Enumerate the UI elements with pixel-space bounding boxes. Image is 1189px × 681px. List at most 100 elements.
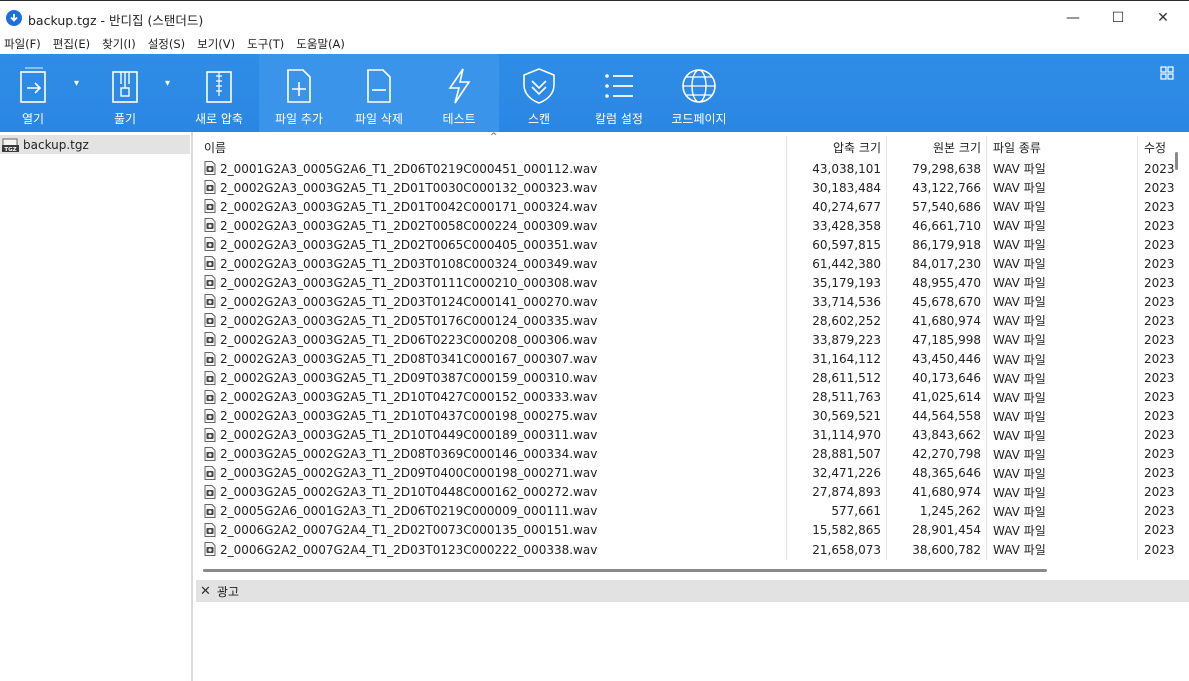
file-name: 2_0001G2A3_0005G2A6_T1_2D06T0219C000451_… [220,161,598,176]
file-name: 2_0002G2A3_0003G2A5_T1_2D09T0387C000159_… [220,371,598,386]
column-header-type[interactable]: 파일 종류 [993,136,1041,158]
compressed-size: 21,658,073 [812,542,881,557]
menu-file[interactable]: 파일(F) [0,36,49,52]
wav-file-icon [204,389,216,404]
table-row[interactable]: 2_0002G2A3_0003G2A5_T1_2D08T0341C000167_… [196,350,1174,369]
table-row[interactable]: 2_0002G2A3_0003G2A5_T1_2D09T0387C000159_… [196,369,1174,388]
test-icon [448,68,471,104]
file-type: WAV 파일 [993,371,1046,386]
column-header-original-label: 원본 크기 [933,140,981,155]
wav-file-icon [204,294,216,309]
compressed-size: 43,038,101 [812,161,881,176]
file-name: 2_0002G2A3_0003G2A5_T1_2D01T0030C000132_… [220,180,598,195]
table-row[interactable]: 2_0002G2A3_0003G2A5_T1_2D05T0176C000124_… [196,311,1174,330]
menu-help[interactable]: 도움말(A) [292,36,353,52]
table-row[interactable]: 2_0002G2A3_0003G2A5_T1_2D06T0223C000208_… [196,330,1174,349]
horizontal-scrollbar[interactable] [203,569,1047,572]
modified-date: 2023 [1144,542,1174,557]
vertical-scrollbar[interactable] [1175,152,1178,170]
scan-label: 스캔 [527,112,551,126]
original-size: 48,365,646 [912,466,981,481]
delete-file-icon [367,69,391,103]
compressed-size: 28,881,507 [812,447,881,462]
test-button[interactable]: 테스트 [419,54,499,132]
new-archive-button[interactable]: 새로 압축 [180,54,258,132]
add-file-label: 파일 추가 [275,112,323,126]
menu-edit[interactable]: 편집(E) [49,36,98,52]
file-type: WAV 파일 [993,409,1046,424]
file-type: WAV 파일 [993,181,1046,196]
modified-date: 2023 [1144,352,1174,366]
original-size: 48,955,470 [912,275,981,290]
open-dropdown-chevron-icon[interactable]: ▾ [74,78,79,89]
add-file-button[interactable]: 파일 추가 [259,54,339,132]
table-row[interactable]: 2_0002G2A3_0003G2A5_T1_2D10T0437C000198_… [196,407,1174,426]
maximize-button[interactable]: ☐ [1095,1,1141,35]
table-row[interactable]: 2_0002G2A3_0003G2A5_T1_2D02T0065C000405_… [196,235,1174,254]
file-type: WAV 파일 [993,447,1046,462]
table-row[interactable]: 2_0002G2A3_0003G2A5_T1_2D03T0124C000141_… [196,292,1174,311]
table-row[interactable]: 2_0002G2A3_0003G2A5_T1_2D03T0111C000210_… [196,273,1174,292]
column-settings-button[interactable]: 칼럼 설정 [580,54,658,132]
file-type: WAV 파일 [993,295,1046,310]
file-type: WAV 파일 [993,523,1046,538]
tree-item-label: backup.tgz [23,137,89,152]
file-name: 2_0002G2A3_0003G2A5_T1_2D03T0108C000324_… [220,256,598,271]
column-header-compressed[interactable]: 압축 크기 [789,136,881,158]
table-row[interactable]: 2_0003G2A5_0002G2A3_T1_2D08T0369C000146_… [196,445,1174,464]
layout-grid-icon[interactable] [1160,66,1174,80]
tree-item-archive[interactable]: TGZ backup.tgz [0,135,190,154]
table-row[interactable]: 2_0002G2A3_0003G2A5_T1_2D10T0427C000152_… [196,388,1174,407]
table-row[interactable]: 2_0006G2A2_0007G2A4_T1_2D02T0073C000135_… [196,521,1174,540]
table-row[interactable]: 2_0006G2A2_0007G2A4_T1_2D03T0123C000222_… [196,540,1174,559]
compressed-size: 32,471,226 [812,466,881,481]
modified-date: 2023 [1144,237,1174,252]
table-row[interactable]: 2_0002G2A3_0003G2A5_T1_2D02T0058C000224_… [196,216,1174,235]
menu-find[interactable]: 찾기(I) [98,36,144,52]
original-size: 41,680,974 [912,485,981,500]
modified-date: 2023 [1144,294,1174,309]
column-header-original[interactable]: 원본 크기 [889,136,981,158]
close-ad-icon[interactable]: ✕ [200,584,211,599]
original-size: 1,245,262 [919,504,981,519]
scan-button[interactable]: 스캔 [500,54,578,132]
minimize-button[interactable]: — [1050,1,1096,35]
close-button[interactable]: ✕ [1140,1,1186,35]
compressed-size: 28,602,252 [812,313,881,328]
menu-tools[interactable]: 도구(T) [243,36,292,52]
table-row[interactable]: 2_0002G2A3_0003G2A5_T1_2D01T0030C000132_… [196,178,1174,197]
table-row[interactable]: 2_0002G2A3_0003G2A5_T1_2D10T0449C000189_… [196,426,1174,445]
modified-date: 2023 [1144,332,1174,347]
table-row[interactable]: 2_0005G2A6_0001G2A3_T1_2D06T0219C000009_… [196,502,1174,521]
compressed-size: 61,442,380 [812,256,881,271]
compressed-size: 28,611,512 [812,371,881,386]
original-size: 45,678,670 [912,294,981,309]
menu-view[interactable]: 보기(V) [193,36,243,52]
original-size: 84,017,230 [912,256,981,271]
compressed-size: 15,582,865 [812,523,881,538]
delete-file-button[interactable]: 파일 삭제 [339,54,419,132]
table-row[interactable]: 2_0003G2A5_0002G2A3_T1_2D09T0400C000198_… [196,464,1174,483]
table-row[interactable]: 2_0003G2A5_0002G2A3_T1_2D10T0448C000162_… [196,483,1174,502]
wav-file-icon [204,180,216,195]
original-size: 46,661,710 [912,218,981,233]
wav-file-icon [204,275,216,290]
table-row[interactable]: 2_0002G2A3_0003G2A5_T1_2D03T0108C000324_… [196,254,1174,273]
open-button[interactable]: 열기 [0,54,66,132]
column-header-name[interactable]: 이름 [204,136,226,158]
codepage-button[interactable]: 코드페이지 [660,54,738,132]
original-size: 79,298,638 [912,161,981,176]
wav-file-icon [204,351,216,366]
original-size: 44,564,558 [912,409,981,424]
menu-settings[interactable]: 설정(S) [144,36,193,52]
column-header-modified[interactable]: 수정 [1144,136,1166,158]
wav-file-icon [204,408,216,423]
extract-button[interactable]: 풀기 [92,54,158,132]
modified-date: 2023 [1144,371,1174,386]
file-name: 2_0002G2A3_0003G2A5_T1_2D10T0449C000189_… [220,428,598,443]
table-row[interactable]: 2_0002G2A3_0003G2A5_T1_2D01T0042C000171_… [196,197,1174,216]
modified-date: 2023 [1144,504,1174,519]
extract-dropdown-chevron-icon[interactable]: ▾ [165,78,170,89]
file-name: 2_0002G2A3_0003G2A5_T1_2D10T0437C000198_… [220,409,598,424]
table-row[interactable]: 2_0001G2A3_0005G2A6_T1_2D06T0219C000451_… [196,159,1174,178]
